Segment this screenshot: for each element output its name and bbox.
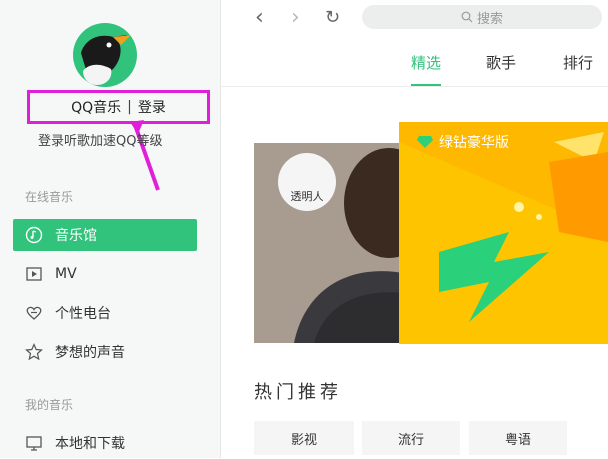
online-music-section-label: 在线音乐 (25, 190, 74, 204)
radio-heart-icon (25, 304, 43, 322)
hot-recommend-title: 热门推荐 (254, 382, 342, 403)
sidebar-item-mv[interactable]: MV (13, 258, 197, 290)
genre-film[interactable]: 影视 (254, 421, 354, 455)
genre-cantonese[interactable]: 粤语 (469, 421, 567, 455)
tab-rankings[interactable]: 排行 (563, 52, 593, 73)
green-diamond-icon (417, 136, 433, 148)
sidebar: QQ音乐 | 登录 登录听歌加速QQ等级 在线音乐 音乐馆 MV 个性电台 梦想… (0, 0, 221, 458)
search-input[interactable]: 搜索 (362, 5, 602, 29)
artist-badge: 透明人 (278, 153, 336, 211)
sidebar-item-radio[interactable]: 个性电台 (13, 297, 197, 329)
topbar: ‹ › ↻ 搜索 (221, 0, 608, 38)
promo-graphic-icon (399, 122, 608, 344)
star-icon (25, 343, 43, 361)
forward-button[interactable]: › (291, 7, 300, 29)
app-name: QQ音乐 (71, 100, 122, 116)
penguin-avatar-icon (81, 35, 131, 85)
back-button[interactable]: ‹ (255, 7, 264, 29)
login-label: 登录 (137, 100, 166, 116)
my-music-section-label: 我的音乐 (25, 398, 74, 412)
music-hall-icon (25, 226, 43, 244)
tab-singers[interactable]: 歌手 (486, 52, 516, 73)
sidebar-item-dream-voice[interactable]: 梦想的声音 (13, 336, 197, 368)
tab-featured[interactable]: 精选 (411, 52, 441, 73)
tab-bar: 精选 歌手 排行 (221, 46, 608, 86)
mv-icon (25, 265, 43, 283)
sidebar-item-label: MV (55, 266, 77, 282)
banner-promo[interactable]: 绿钻豪华版 (399, 122, 608, 344)
separator: | (127, 99, 132, 115)
divider (221, 86, 608, 87)
search-placeholder: 搜索 (476, 11, 503, 27)
genre-pop[interactable]: 流行 (362, 421, 460, 455)
refresh-button[interactable]: ↻ (325, 8, 340, 28)
sidebar-item-music-hall[interactable]: 音乐馆 (13, 219, 197, 251)
search-icon (461, 11, 473, 23)
login-button[interactable]: QQ音乐 | 登录 (27, 90, 210, 124)
badge-text: 透明人 (290, 190, 324, 203)
avatar[interactable] (73, 23, 137, 87)
promo-label: 绿钻豪华版 (439, 135, 509, 151)
promo-tag: 绿钻豪华版 (417, 132, 509, 152)
sidebar-item-label: 本地和下载 (55, 436, 125, 452)
sidebar-item-label: 音乐馆 (55, 228, 97, 244)
sidebar-item-local-download[interactable]: 本地和下载 (13, 427, 197, 459)
main-content: ‹ › ↻ 搜索 精选 歌手 排行 透明人 绿钻豪华版 热门推荐 影视 流行 粤… (221, 0, 608, 458)
sidebar-item-label: 梦想的声音 (55, 345, 125, 361)
banner-left-image[interactable]: 透明人 (254, 143, 404, 343)
monitor-icon (25, 434, 43, 452)
sidebar-item-label: 个性电台 (55, 306, 111, 322)
login-hint[interactable]: 登录听歌加速QQ等级 (38, 130, 162, 149)
